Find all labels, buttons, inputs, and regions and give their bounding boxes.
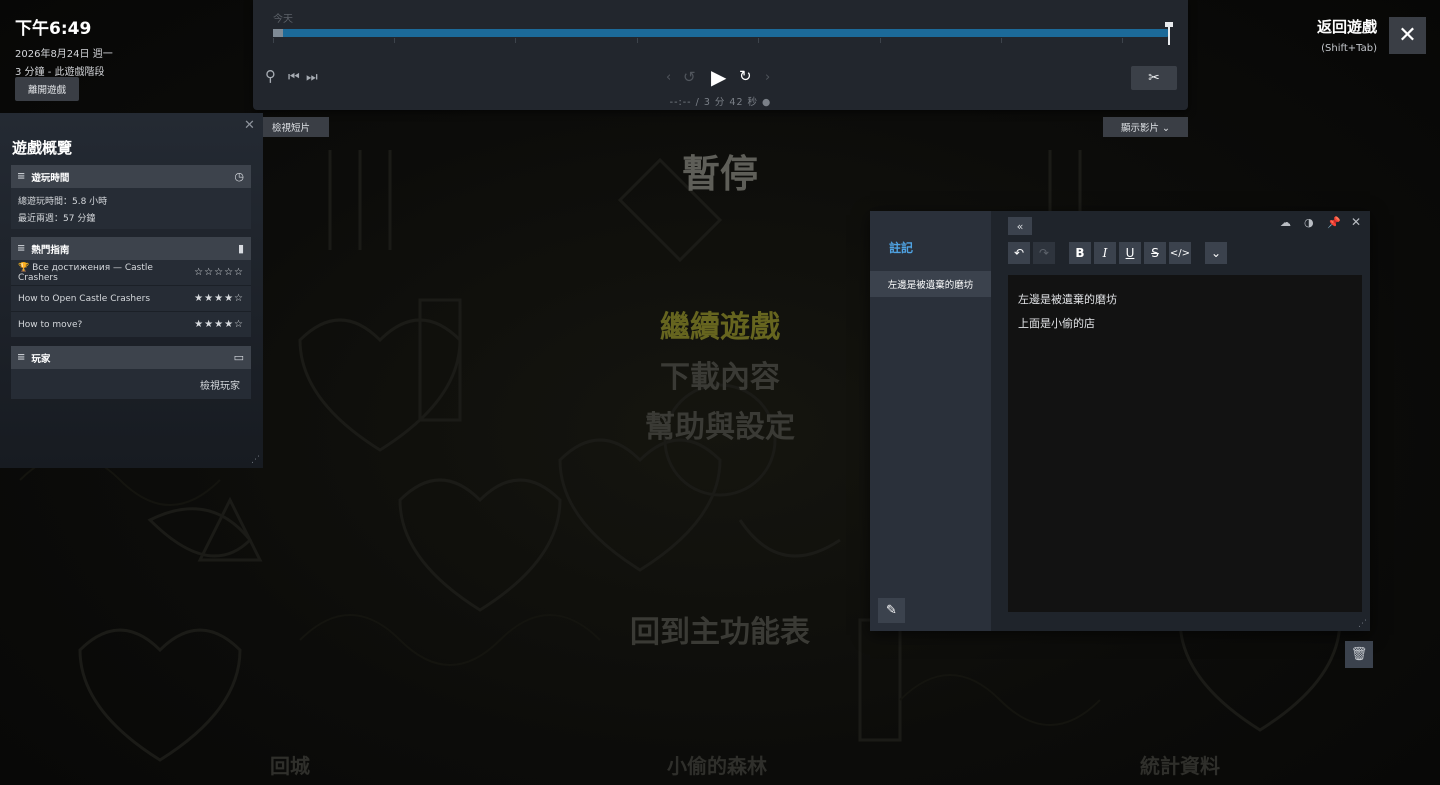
leave-game-button[interactable]: 離開遊戲 (15, 77, 79, 101)
delete-note-button[interactable]: 🗑 (1345, 641, 1373, 668)
bottom-label-forest: 小偷的森林 (667, 754, 767, 778)
code-button[interactable]: </> (1169, 242, 1191, 264)
guides-header-label: 熱門指南 (31, 244, 70, 256)
drag-handle-icon[interactable]: ≡ (17, 243, 25, 254)
marker-icon[interactable]: ⚲ (265, 69, 276, 84)
redo-button[interactable]: ↷ (1033, 242, 1055, 264)
strikethrough-button[interactable]: S (1144, 242, 1166, 264)
underline-button[interactable]: U (1119, 242, 1141, 264)
chevron-left-icon[interactable]: ‹ (666, 71, 671, 84)
previous-marker-icon[interactable]: ⏮ (288, 71, 300, 84)
more-formatting-button[interactable]: ⌄ (1205, 242, 1227, 264)
bottom-label-town: 回城 (270, 754, 310, 778)
resize-grip-icon[interactable]: ⋰ (251, 455, 260, 465)
notes-window: 註記 左邊是被遺棄的磨坊 ✎ « ☁ ◑ 📌 ✕ ↶ ↷ B I U S </>… (870, 211, 1373, 668)
chevron-down-icon: ⌄ (1210, 246, 1222, 260)
note-editor-area: « ☁ ◑ 📌 ✕ ↶ ↷ B I U S </> ⌄ 左邊是被遺棄的磨坊 上面… (991, 211, 1373, 668)
view-clips-button[interactable]: 檢視短片 (253, 117, 329, 137)
undo-icon: ↶ (1013, 246, 1025, 260)
resize-grip-icon[interactable]: ⋰ (1358, 619, 1367, 629)
underline-icon: U (1125, 246, 1135, 260)
clip-scissors-button[interactable]: ✂ (1131, 66, 1177, 90)
note-editor[interactable]: 左邊是被遺棄的磨坊 上面是小偷的店 🗑 (1008, 275, 1373, 668)
guide-rating: ☆☆☆☆☆ (194, 267, 244, 278)
close-overlay-button[interactable]: ✕ (1389, 17, 1426, 54)
forward-10-icon[interactable]: ↻ (739, 69, 752, 84)
close-icon[interactable]: ✕ (1351, 215, 1361, 229)
close-icon: ✕ (1398, 23, 1417, 48)
new-note-button[interactable]: ✎ (878, 598, 905, 623)
undo-button[interactable]: ↶ (1008, 242, 1030, 264)
chevron-right-icon[interactable]: › (765, 71, 770, 84)
session-info: 下午6:49 2026年8月24日 週一 3 分鐘 - 此遊戲階段 (15, 14, 113, 78)
next-marker-icon[interactable]: ⏭ (306, 71, 318, 84)
double-chevron-left-icon: « (1016, 219, 1024, 233)
timeline-track[interactable] (273, 29, 1168, 37)
note-line: 左邊是被遺棄的磨坊 (1018, 293, 1117, 306)
bottom-label-stats: 統計資料 (1140, 754, 1220, 778)
pen-plus-icon: ✎ (886, 603, 897, 618)
guide-title: 🏆 Все достижения — Castle Crashers (18, 262, 153, 283)
code-icon: </> (1169, 247, 1191, 259)
timeline-playhead[interactable] (1165, 22, 1173, 45)
pause-title: 暫停 (681, 152, 758, 196)
trash-icon: 🗑 (1350, 647, 1368, 662)
collapse-sidebar-button[interactable]: « (1008, 217, 1032, 235)
return-shortcut: (Shift+Tab) (1321, 43, 1377, 54)
show-video-button[interactable]: 顯示影片 ⌄ (1103, 117, 1188, 137)
timeline-today-label: 今天 (273, 14, 293, 25)
contrast-icon[interactable]: ◑ (1304, 216, 1314, 229)
return-label[interactable]: 返回遊戲 (1317, 16, 1377, 37)
recent-playtime: 最近兩週：57 分鐘 (18, 214, 96, 224)
redo-icon: ↷ (1038, 246, 1050, 260)
guides-header[interactable]: ≡ 熱門指南 ▮ (11, 237, 251, 260)
note-list-item[interactable]: 左邊是被遺棄的磨坊 (870, 271, 991, 297)
strikethrough-icon: S (1151, 246, 1159, 260)
clock-time: 下午6:49 (15, 19, 92, 39)
guide-book-icon: ▮ (237, 242, 244, 255)
rewind-10-icon[interactable]: ↺ (683, 70, 696, 85)
scissors-icon: ✂ (1148, 70, 1160, 86)
return-to-game[interactable]: 返回遊戲 (Shift+Tab) (1317, 16, 1377, 54)
session-length: 3 分鐘 - 此遊戲階段 (15, 67, 105, 78)
timeline-ticks (273, 38, 1168, 44)
note-line: 上面是小偷的店 (1018, 317, 1095, 330)
close-icon[interactable]: ✕ (244, 118, 255, 133)
pin-icon[interactable]: 📌 (1327, 216, 1341, 229)
play-icon[interactable]: ▶ (711, 67, 726, 87)
bold-button[interactable]: B (1069, 242, 1091, 264)
cloud-icon[interactable]: ☁ (1280, 216, 1291, 229)
clock-date: 2026年8月24日 週一 (15, 49, 113, 60)
italic-button[interactable]: I (1094, 242, 1116, 264)
timeline-time-readout: --:-- / 3 分 42 秒 ● (669, 97, 772, 108)
guide-item[interactable]: 🏆 Все достижения — Castle Crashers ☆☆☆☆☆ (11, 260, 251, 286)
notes-header: 註記 (889, 241, 914, 255)
bold-icon: B (1075, 246, 1085, 260)
italic-icon: I (1102, 246, 1108, 260)
notes-sidebar: 註記 左邊是被遺棄的磨坊 ✎ (870, 211, 991, 631)
recording-timeline: 今天 ⚲ ⏮ ⏭ ‹ ↺ ▶ ↻ › --:-- / 3 分 42 秒 ● ✂ (253, 0, 1188, 110)
